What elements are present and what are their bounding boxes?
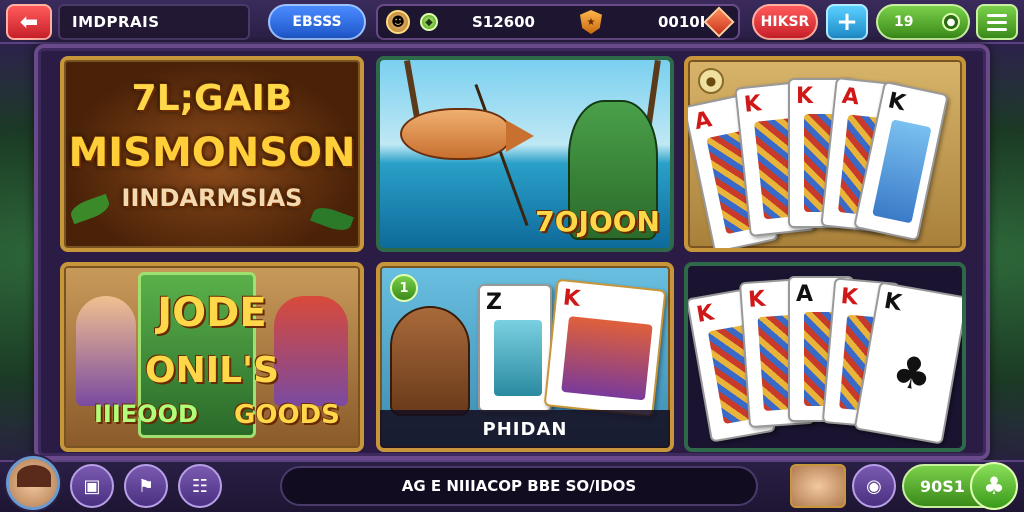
events-button[interactable]: EBSSS [268, 4, 366, 40]
card-rank: K [747, 286, 767, 313]
page-title: IMDPRAIS [58, 4, 250, 40]
game-tile-poker[interactable]: K K A K K ♣ [684, 262, 966, 452]
bottom-bar: ▣ ⚑ ☷ AG E NIIIACOP BBE SO/IDOS ◉ 90S1 ♣ [0, 456, 1024, 512]
tile-title-line: MISMONSON [68, 130, 356, 176]
ruby-icon[interactable] [703, 6, 735, 38]
play-button[interactable]: 90S1 ♣ [902, 462, 1018, 510]
player-avatar-icon[interactable]: ☻ [386, 10, 410, 34]
game-tile-mission[interactable]: 7L;GAIB MISMONSON IINDARMSIAS [60, 56, 364, 252]
shield-icon: ★ [580, 10, 602, 34]
friend-avatar[interactable] [790, 464, 846, 508]
game-tile-fishing[interactable]: 7OJOON [376, 56, 674, 252]
arrow-left-icon: ⬅ [19, 9, 39, 35]
card-rank: K [839, 284, 859, 311]
back-button[interactable]: ⬅ [6, 4, 52, 40]
card-rank: A [840, 83, 861, 111]
gift-icon: ☷ [191, 475, 209, 497]
gift-button[interactable]: ☷ [178, 464, 222, 508]
level-button[interactable]: 19 ● [876, 4, 970, 40]
profile-avatar[interactable] [6, 456, 60, 510]
clover-icon: ♣ [970, 462, 1018, 510]
plus-icon: + [836, 7, 858, 37]
card-rank: K [882, 288, 904, 317]
card-rank: Z [486, 290, 502, 315]
menu-button[interactable] [976, 4, 1018, 40]
fish-image [400, 108, 534, 160]
settings-dot-icon: ● [942, 13, 960, 31]
playing-card: Z [478, 284, 552, 412]
box-icon: ▣ [83, 475, 101, 497]
tile-subtitle: IINDARMSIAS [121, 184, 303, 212]
jackpot-amount: 7OJOON [535, 205, 660, 238]
gems-value: 0010I [658, 13, 706, 31]
card-rank: K [796, 84, 814, 109]
tile-badge-icon: ● [698, 68, 724, 94]
card-rank: K [742, 91, 763, 118]
tile-subtitle: GOODS [234, 400, 340, 430]
tile-title-line: 7L;GAIB [131, 78, 293, 119]
playing-card: K [543, 278, 667, 418]
game-tile-cards[interactable]: ● A K K A K [684, 56, 966, 252]
tile-badge: 1 [390, 274, 418, 302]
shop-button[interactable]: HIKSR [752, 4, 818, 40]
hamburger-menu-icon [987, 13, 1007, 17]
bear-character-image [390, 306, 470, 416]
news-ticker[interactable]: AG E NIIIACOP BBE SO/IDOS [280, 466, 758, 506]
card-rank: K [694, 300, 716, 328]
game-tile-goods[interactable]: JODE ONIL'S IIIEOOD GOODS [60, 262, 364, 452]
gem-icon: ◆ [420, 13, 438, 31]
game-tile-phidan[interactable]: 1 Z K PHIDAN [376, 262, 674, 452]
group-icon: ⚑ [137, 475, 155, 497]
resource-bar: ☻ ◆ S12600 ★ 0010I [376, 4, 740, 40]
card-rank: K [561, 285, 582, 313]
coins-value: S12600 [472, 13, 535, 31]
card-rank: A [692, 107, 715, 136]
camera-icon: ◉ [866, 475, 882, 497]
top-bar: ⬅ IMDPRAIS EBSSS ☻ ◆ S12600 ★ 0010I HIKS… [0, 0, 1024, 44]
friends-button[interactable]: ⚑ [124, 464, 168, 508]
add-button[interactable]: + [826, 4, 868, 40]
camera-button[interactable]: ◉ [852, 464, 896, 508]
card-rank: A [796, 282, 814, 307]
tile-subtitle: IIIEOOD [94, 400, 198, 428]
level-value: 19 [894, 14, 914, 30]
tile-title-line: JODE [157, 290, 267, 336]
play-value: 90S1 [920, 476, 965, 496]
tile-title-line: ONIL'S [144, 350, 279, 391]
tile-label: PHIDAN [380, 410, 670, 448]
card-rank: K [885, 88, 908, 117]
inventory-button[interactable]: ▣ [70, 464, 114, 508]
